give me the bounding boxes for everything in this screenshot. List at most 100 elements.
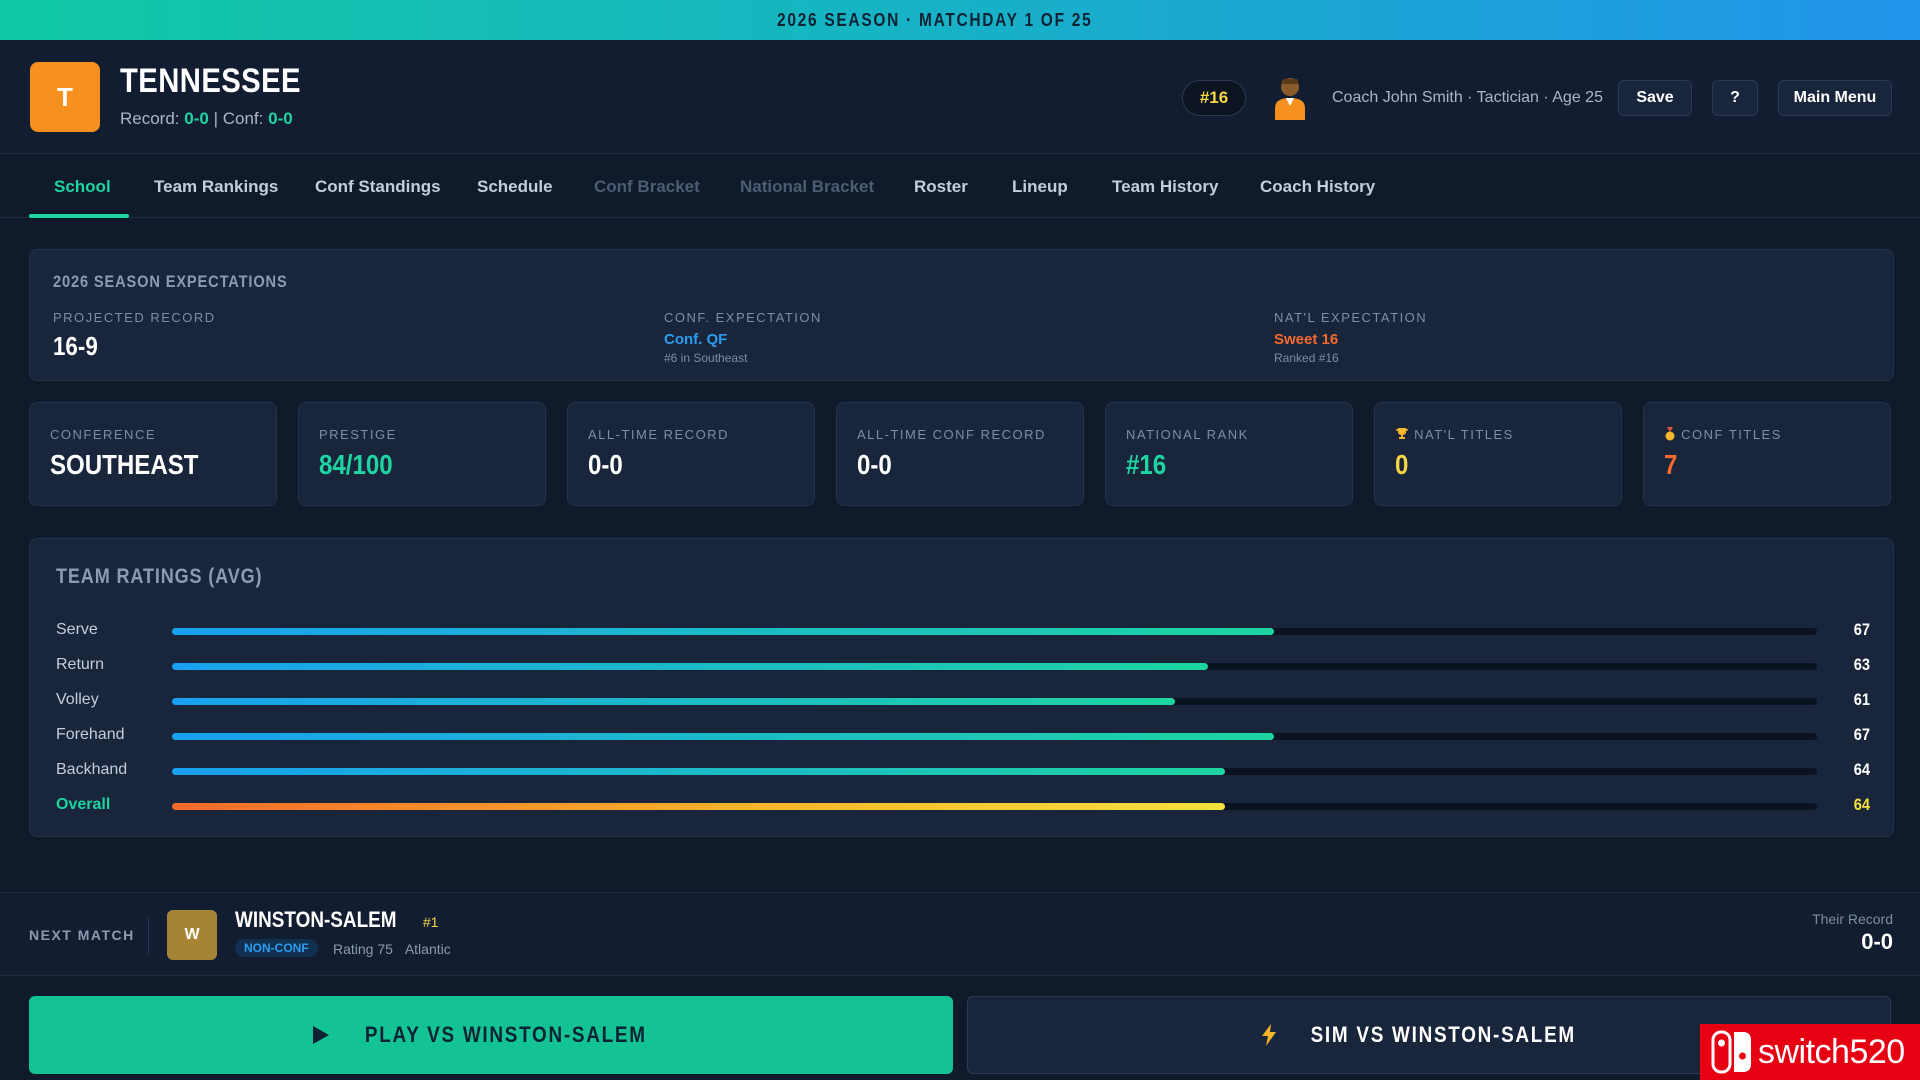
rating-value: 67 [1853,725,1870,744]
team-record-line: Record: 0-0 | Conf: 0-0 [120,109,293,129]
stat-label: NATIONAL RANK [1126,427,1249,442]
tab-national-bracket[interactable]: National Bracket [740,155,874,218]
rating-row-serve: Serve 67 [30,619,1896,643]
rating-fill [172,698,1175,705]
tab-lineup[interactable]: Lineup [1012,155,1068,218]
stat-label: ALL-TIME RECORD [588,427,729,442]
stat-card-conf-titles: CONF TITLES 7 [1643,402,1891,506]
rating-fill [172,803,1225,810]
rating-value: 63 [1853,655,1870,674]
rating-row-overall: Overall 64 [30,794,1896,818]
rating-fill [172,733,1274,740]
opponent-name: WINSTON-SALEM [235,907,397,932]
rating-track [172,628,1817,635]
conf-expectation-sub: #6 in Southeast [664,351,748,365]
stat-value: SOUTHEAST [50,449,199,480]
team-ratings-panel: TEAM RATINGS (AVG) Serve 67 Return 63 Volley… [29,538,1894,837]
rating-label: Backhand [56,761,128,778]
rating-track [172,733,1817,740]
conf-expectation: CONF. EXPECTATION Conf. QF #6 in Southea… [664,310,822,365]
their-record-value: 0-0 [1861,929,1893,954]
overall-record: 0-0 [184,109,209,128]
coach-info: Coach John Smith · Tactician · Age 25 [1332,89,1603,106]
rating-fill [172,768,1225,775]
conf-expectation-value: Conf. QF [664,331,728,348]
rating-row-backhand: Backhand 64 [30,759,1896,783]
stat-value: 0-0 [588,449,623,480]
stat-value: 0-0 [857,449,892,480]
stat-card-all-time-conf-record: ALL-TIME CONF RECORD 0-0 [836,402,1084,506]
stat-label: ALL-TIME CONF RECORD [857,427,1046,442]
rating-label: Forehand [56,726,125,743]
season-banner-text: 2026 SEASON · MATCHDAY 1 OF 25 [776,9,1093,30]
opponent-name-line: WINSTON-SALEM #1 [235,907,438,933]
active-tab-indicator [29,214,129,218]
tab-conf-standings[interactable]: Conf Standings [315,155,441,218]
opponent-logo: W [167,910,217,960]
tab-coach-history[interactable]: Coach History [1260,155,1375,218]
stat-value: 84/100 [319,449,393,480]
tab-roster[interactable]: Roster [914,155,968,218]
main-menu-button[interactable]: Main Menu [1778,80,1892,116]
next-match-label: NEXT MATCH [29,927,135,943]
record-label: Record: [120,109,180,128]
opponent-meta: Rating 75 Atlantic [333,941,451,957]
team-header: T TENNESSEE Record: 0-0 | Conf: 0-0 #16 … [0,40,1920,154]
stat-value: #16 [1126,449,1167,480]
projected-record-value: 16-9 [53,331,98,361]
coach-avatar-icon [1275,78,1305,120]
stat-card-prestige: PRESTIGE 84/100 [298,402,546,506]
natl-expectation: NAT'L EXPECTATION Sweet 16 Ranked #16 [1274,310,1427,365]
play-icon [313,1026,330,1044]
team-name: TENNESSEE [120,62,301,100]
team-rank-badge: #16 [1182,80,1246,116]
tab-conf-bracket[interactable]: Conf Bracket [594,155,700,218]
play-button-label: PLAY VS WINSTON-SALEM [365,1022,647,1047]
rating-value: 64 [1853,760,1870,779]
rating-value: 64 [1853,795,1870,814]
console-logo-icon [1711,1030,1751,1074]
tab-bar: School Team Rankings Conf Standings Sche… [0,155,1920,218]
projected-record: PROJECTED RECORD 16-9 [53,310,216,362]
stat-label-wrap: NAT'L TITLES [1395,427,1514,442]
tab-schedule[interactable]: Schedule [477,155,553,218]
lightning-icon [1261,1024,1276,1046]
rating-label: Overall [56,796,111,813]
tab-team-history[interactable]: Team History [1112,155,1218,218]
tab-school[interactable]: School [54,155,111,218]
rating-row-volley: Volley 61 [30,689,1896,713]
expectations-title: 2026 SEASON EXPECTATIONS [53,272,288,291]
stat-label-wrap: CONF TITLES [1664,427,1782,442]
rating-label: Serve [56,621,98,638]
stat-value: 0 [1395,449,1409,480]
conf-expectation-label: CONF. EXPECTATION [664,310,822,325]
tab-team-rankings[interactable]: Team Rankings [154,155,278,218]
stat-label: CONFERENCE [50,427,157,442]
rating-track [172,803,1817,810]
opponent-rating: Rating 75 [333,941,393,957]
play-match-button[interactable]: PLAY VS WINSTON-SALEM [29,996,953,1074]
natl-expectation-sub: Ranked #16 [1274,351,1339,365]
watermark: switch520 [1700,1024,1920,1080]
rating-value: 61 [1853,690,1870,709]
trophy-icon [1396,428,1408,439]
sim-button-label: SIM VS WINSTON-SALEM [1310,1022,1576,1047]
save-button[interactable]: Save [1618,80,1692,116]
rating-row-return: Return 63 [30,654,1896,678]
next-match-bar: NEXT MATCH W WINSTON-SALEM #1 NON-CONF Ra… [0,892,1920,976]
rating-track [172,698,1817,705]
stat-label: CONF TITLES [1681,427,1782,442]
non-conf-badge: NON-CONF [235,939,318,957]
rating-value: 67 [1853,620,1870,639]
help-button[interactable]: ? [1712,80,1758,116]
projected-record-label: PROJECTED RECORD [53,310,216,325]
rating-fill [172,663,1208,670]
team-logo: T [30,62,100,132]
conf-label: Conf: [222,109,264,128]
natl-expectation-label: NAT'L EXPECTATION [1274,310,1428,325]
stat-card-natl-titles: NAT'L TITLES 0 [1374,402,1622,506]
rating-row-forehand: Forehand 67 [30,724,1896,748]
their-record-label: Their Record [1812,911,1893,927]
medal-icon [1665,427,1675,441]
watermark-text: switch520 [1758,1032,1905,1071]
